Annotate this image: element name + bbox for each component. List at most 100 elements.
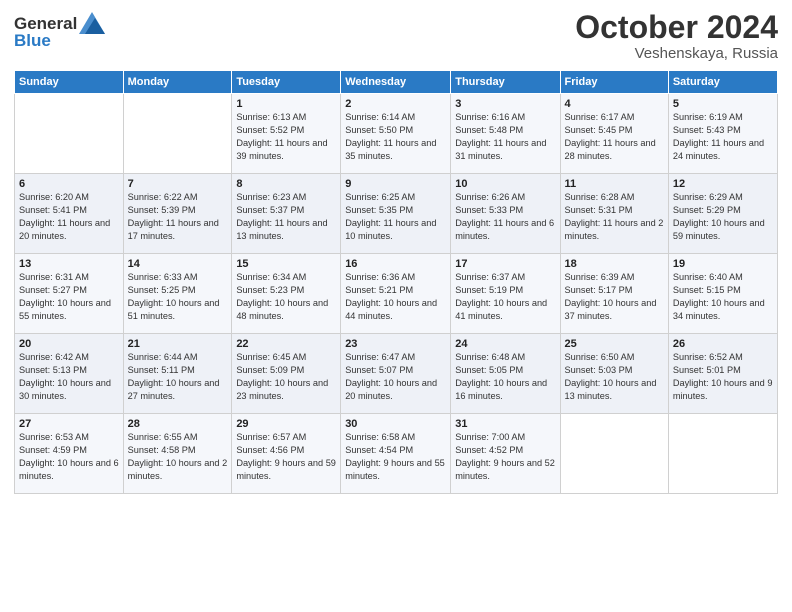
day-info: Sunrise: 6:19 AMSunset: 5:43 PMDaylight:…	[673, 112, 764, 161]
day-info: Sunrise: 6:50 AMSunset: 5:03 PMDaylight:…	[565, 352, 657, 401]
day-number: 24	[455, 338, 555, 350]
header-tuesday: Tuesday	[232, 71, 341, 94]
calendar-header-row: Sunday Monday Tuesday Wednesday Thursday…	[15, 71, 778, 94]
calendar-cell: 31 Sunrise: 7:00 AMSunset: 4:52 PMDaylig…	[451, 414, 560, 494]
day-info: Sunrise: 6:33 AMSunset: 5:25 PMDaylight:…	[128, 272, 220, 321]
day-info: Sunrise: 6:14 AMSunset: 5:50 PMDaylight:…	[345, 112, 436, 161]
calendar-cell: 18 Sunrise: 6:39 AMSunset: 5:17 PMDaylig…	[560, 254, 668, 334]
day-info: Sunrise: 6:52 AMSunset: 5:01 PMDaylight:…	[673, 352, 773, 401]
day-number: 12	[673, 178, 773, 190]
calendar-cell: 1 Sunrise: 6:13 AMSunset: 5:52 PMDayligh…	[232, 94, 341, 174]
day-number: 11	[565, 178, 664, 190]
logo: General Blue	[14, 14, 105, 51]
calendar-cell: 5 Sunrise: 6:19 AMSunset: 5:43 PMDayligh…	[668, 94, 777, 174]
logo-icon	[79, 12, 105, 34]
calendar-cell: 10 Sunrise: 6:26 AMSunset: 5:33 PMDaylig…	[451, 174, 560, 254]
day-info: Sunrise: 6:36 AMSunset: 5:21 PMDaylight:…	[345, 272, 437, 321]
day-number: 22	[236, 338, 336, 350]
calendar-cell: 9 Sunrise: 6:25 AMSunset: 5:35 PMDayligh…	[341, 174, 451, 254]
calendar-cell: 22 Sunrise: 6:45 AMSunset: 5:09 PMDaylig…	[232, 334, 341, 414]
day-info: Sunrise: 7:00 AMSunset: 4:52 PMDaylight:…	[455, 432, 555, 481]
day-info: Sunrise: 6:47 AMSunset: 5:07 PMDaylight:…	[345, 352, 437, 401]
day-info: Sunrise: 6:23 AMSunset: 5:37 PMDaylight:…	[236, 192, 327, 241]
calendar-cell: 29 Sunrise: 6:57 AMSunset: 4:56 PMDaylig…	[232, 414, 341, 494]
calendar-week-4: 20 Sunrise: 6:42 AMSunset: 5:13 PMDaylig…	[15, 334, 778, 414]
calendar-cell: 28 Sunrise: 6:55 AMSunset: 4:58 PMDaylig…	[123, 414, 232, 494]
calendar-cell: 16 Sunrise: 6:36 AMSunset: 5:21 PMDaylig…	[341, 254, 451, 334]
calendar-cell: 4 Sunrise: 6:17 AMSunset: 5:45 PMDayligh…	[560, 94, 668, 174]
day-info: Sunrise: 6:42 AMSunset: 5:13 PMDaylight:…	[19, 352, 111, 401]
day-number: 10	[455, 178, 555, 190]
day-info: Sunrise: 6:57 AMSunset: 4:56 PMDaylight:…	[236, 432, 336, 481]
calendar-cell: 20 Sunrise: 6:42 AMSunset: 5:13 PMDaylig…	[15, 334, 124, 414]
calendar-cell	[560, 414, 668, 494]
day-info: Sunrise: 6:53 AMSunset: 4:59 PMDaylight:…	[19, 432, 119, 481]
calendar-cell: 12 Sunrise: 6:29 AMSunset: 5:29 PMDaylig…	[668, 174, 777, 254]
day-info: Sunrise: 6:40 AMSunset: 5:15 PMDaylight:…	[673, 272, 765, 321]
calendar-cell: 8 Sunrise: 6:23 AMSunset: 5:37 PMDayligh…	[232, 174, 341, 254]
day-info: Sunrise: 6:22 AMSunset: 5:39 PMDaylight:…	[128, 192, 219, 241]
day-number: 5	[673, 98, 773, 110]
logo-blue: Blue	[14, 31, 105, 51]
header-thursday: Thursday	[451, 71, 560, 94]
day-info: Sunrise: 6:26 AMSunset: 5:33 PMDaylight:…	[455, 192, 554, 241]
calendar-cell: 27 Sunrise: 6:53 AMSunset: 4:59 PMDaylig…	[15, 414, 124, 494]
calendar-cell	[15, 94, 124, 174]
day-number: 13	[19, 258, 119, 270]
day-number: 1	[236, 98, 336, 110]
calendar-week-5: 27 Sunrise: 6:53 AMSunset: 4:59 PMDaylig…	[15, 414, 778, 494]
month-title: October 2024	[575, 10, 778, 45]
header-monday: Monday	[123, 71, 232, 94]
day-info: Sunrise: 6:28 AMSunset: 5:31 PMDaylight:…	[565, 192, 664, 241]
calendar-cell	[123, 94, 232, 174]
calendar-cell: 21 Sunrise: 6:44 AMSunset: 5:11 PMDaylig…	[123, 334, 232, 414]
calendar-cell: 30 Sunrise: 6:58 AMSunset: 4:54 PMDaylig…	[341, 414, 451, 494]
location: Veshenskaya, Russia	[575, 45, 778, 62]
day-info: Sunrise: 6:25 AMSunset: 5:35 PMDaylight:…	[345, 192, 436, 241]
day-number: 3	[455, 98, 555, 110]
day-info: Sunrise: 6:16 AMSunset: 5:48 PMDaylight:…	[455, 112, 546, 161]
header-friday: Friday	[560, 71, 668, 94]
header-sunday: Sunday	[15, 71, 124, 94]
day-number: 27	[19, 418, 119, 430]
day-number: 30	[345, 418, 446, 430]
day-number: 23	[345, 338, 446, 350]
day-number: 25	[565, 338, 664, 350]
calendar-cell: 15 Sunrise: 6:34 AMSunset: 5:23 PMDaylig…	[232, 254, 341, 334]
calendar-cell: 6 Sunrise: 6:20 AMSunset: 5:41 PMDayligh…	[15, 174, 124, 254]
calendar-cell: 14 Sunrise: 6:33 AMSunset: 5:25 PMDaylig…	[123, 254, 232, 334]
page: General Blue October 2024 Veshenskaya, R…	[0, 0, 792, 612]
calendar-week-1: 1 Sunrise: 6:13 AMSunset: 5:52 PMDayligh…	[15, 94, 778, 174]
calendar-cell: 26 Sunrise: 6:52 AMSunset: 5:01 PMDaylig…	[668, 334, 777, 414]
calendar-cell: 11 Sunrise: 6:28 AMSunset: 5:31 PMDaylig…	[560, 174, 668, 254]
day-number: 4	[565, 98, 664, 110]
day-info: Sunrise: 6:29 AMSunset: 5:29 PMDaylight:…	[673, 192, 765, 241]
day-number: 20	[19, 338, 119, 350]
day-info: Sunrise: 6:58 AMSunset: 4:54 PMDaylight:…	[345, 432, 445, 481]
calendar-cell: 3 Sunrise: 6:16 AMSunset: 5:48 PMDayligh…	[451, 94, 560, 174]
day-info: Sunrise: 6:20 AMSunset: 5:41 PMDaylight:…	[19, 192, 110, 241]
day-info: Sunrise: 6:48 AMSunset: 5:05 PMDaylight:…	[455, 352, 547, 401]
day-number: 19	[673, 258, 773, 270]
day-number: 9	[345, 178, 446, 190]
day-number: 17	[455, 258, 555, 270]
day-number: 2	[345, 98, 446, 110]
day-number: 21	[128, 338, 228, 350]
day-number: 16	[345, 258, 446, 270]
day-number: 29	[236, 418, 336, 430]
day-number: 15	[236, 258, 336, 270]
day-info: Sunrise: 6:37 AMSunset: 5:19 PMDaylight:…	[455, 272, 547, 321]
day-number: 28	[128, 418, 228, 430]
day-info: Sunrise: 6:17 AMSunset: 5:45 PMDaylight:…	[565, 112, 656, 161]
calendar-cell: 2 Sunrise: 6:14 AMSunset: 5:50 PMDayligh…	[341, 94, 451, 174]
day-number: 14	[128, 258, 228, 270]
calendar-week-2: 6 Sunrise: 6:20 AMSunset: 5:41 PMDayligh…	[15, 174, 778, 254]
calendar-cell: 19 Sunrise: 6:40 AMSunset: 5:15 PMDaylig…	[668, 254, 777, 334]
day-number: 7	[128, 178, 228, 190]
day-info: Sunrise: 6:34 AMSunset: 5:23 PMDaylight:…	[236, 272, 328, 321]
header: General Blue October 2024 Veshenskaya, R…	[14, 10, 778, 62]
calendar-cell: 13 Sunrise: 6:31 AMSunset: 5:27 PMDaylig…	[15, 254, 124, 334]
calendar-cell: 23 Sunrise: 6:47 AMSunset: 5:07 PMDaylig…	[341, 334, 451, 414]
calendar-cell	[668, 414, 777, 494]
day-number: 8	[236, 178, 336, 190]
